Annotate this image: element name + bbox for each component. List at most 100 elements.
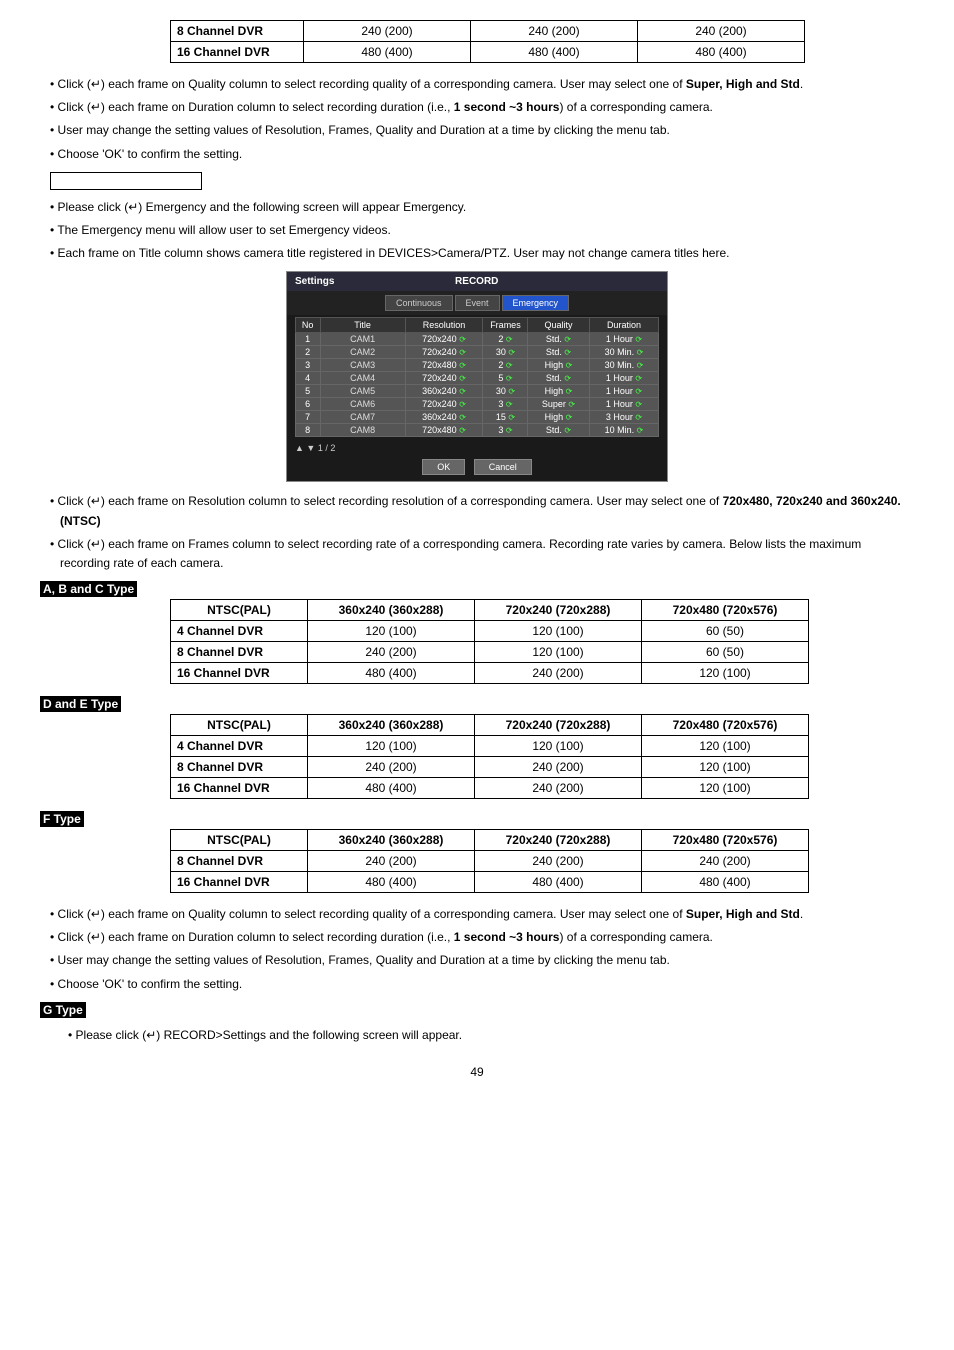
header: 720x480 (720x576) xyxy=(642,830,809,851)
cell[interactable]: High ⟳ xyxy=(528,411,589,424)
cell[interactable]: 30 ⟳ xyxy=(483,385,528,398)
cell: 16 Channel DVR xyxy=(171,778,308,799)
cell[interactable]: 1 Hour ⟳ xyxy=(589,385,659,398)
tab-emergency[interactable]: Emergency xyxy=(502,295,570,311)
cell[interactable]: 720x240 ⟳ xyxy=(405,333,483,346)
spinner-icon[interactable]: ⟳ xyxy=(564,335,571,344)
text: • Click (↵) each frame on Quality column… xyxy=(50,907,686,921)
spinner-icon[interactable]: ⟳ xyxy=(459,361,466,370)
spinner-icon[interactable]: ⟳ xyxy=(564,426,571,435)
spinner-icon[interactable]: ⟳ xyxy=(635,387,642,396)
cell: 3 xyxy=(295,359,320,372)
cell: 120 (100) xyxy=(642,778,809,799)
spinner-icon[interactable]: ⟳ xyxy=(506,374,513,383)
spinner-icon[interactable]: ⟳ xyxy=(459,374,466,383)
spinner-icon[interactable]: ⟳ xyxy=(637,426,644,435)
cancel-button[interactable]: Cancel xyxy=(474,459,532,475)
cell[interactable]: High ⟳ xyxy=(528,359,589,372)
col-duration[interactable]: Duration xyxy=(589,318,659,333)
cell: CAM4 xyxy=(320,372,405,385)
spinner-icon[interactable]: ⟳ xyxy=(635,413,642,422)
cell[interactable]: 360x240 ⟳ xyxy=(405,385,483,398)
spinner-icon[interactable]: ⟳ xyxy=(459,348,466,357)
table-row: 8CAM8720x480 ⟳3 ⟳Std. ⟳10 Min. ⟳ xyxy=(295,424,659,437)
spinner-icon[interactable]: ⟳ xyxy=(459,387,466,396)
cell: 60 (50) xyxy=(642,621,809,642)
spinner-icon[interactable]: ⟳ xyxy=(506,361,513,370)
cell: 480 (400) xyxy=(642,872,809,893)
tab-event[interactable]: Event xyxy=(455,295,500,311)
cell[interactable]: 720x480 ⟳ xyxy=(405,424,483,437)
spinner-icon[interactable]: ⟳ xyxy=(459,400,466,409)
cell[interactable]: 3 ⟳ xyxy=(483,398,528,411)
spinner-icon[interactable]: ⟳ xyxy=(635,374,642,383)
cell[interactable]: 5 ⟳ xyxy=(483,372,528,385)
cell: 120 (100) xyxy=(308,621,475,642)
settings-table: No Title Resolution Frames Quality Durat… xyxy=(295,317,660,437)
cell: 240 (200) xyxy=(308,851,475,872)
cell[interactable]: 15 ⟳ xyxy=(483,411,528,424)
cell[interactable]: 30 ⟳ xyxy=(483,346,528,359)
cell[interactable]: High ⟳ xyxy=(528,385,589,398)
cell: 5 xyxy=(295,385,320,398)
cell: 7 xyxy=(295,411,320,424)
bullet-block-4: • Click (↵) each frame on Quality column… xyxy=(50,905,914,994)
cell: 240 (200) xyxy=(475,778,642,799)
tab-continuous[interactable]: Continuous xyxy=(385,295,453,311)
cell[interactable]: 720x240 ⟳ xyxy=(405,372,483,385)
cell[interactable]: Std. ⟳ xyxy=(528,372,589,385)
cell[interactable]: 2 ⟳ xyxy=(483,359,528,372)
spinner-icon[interactable]: ⟳ xyxy=(459,335,466,344)
col-frames[interactable]: Frames xyxy=(483,318,528,333)
spinner-icon[interactable]: ⟳ xyxy=(508,348,515,357)
cell[interactable]: 30 Min. ⟳ xyxy=(589,359,659,372)
col-quality[interactable]: Quality xyxy=(528,318,589,333)
cell[interactable]: 720x240 ⟳ xyxy=(405,398,483,411)
col-no[interactable]: No xyxy=(295,318,320,333)
spinner-icon[interactable]: ⟳ xyxy=(508,387,515,396)
cell[interactable]: 720x240 ⟳ xyxy=(405,346,483,359)
spinner-icon[interactable]: ⟳ xyxy=(566,361,573,370)
spinner-icon[interactable]: ⟳ xyxy=(506,335,513,344)
pager[interactable]: ▲ ▼ 1 / 2 xyxy=(287,441,667,455)
spinner-icon[interactable]: ⟳ xyxy=(506,400,513,409)
spinner-icon[interactable]: ⟳ xyxy=(506,426,513,435)
cell[interactable]: Std. ⟳ xyxy=(528,424,589,437)
header: 720x240 (720x288) xyxy=(475,830,642,851)
cell[interactable]: 3 ⟳ xyxy=(483,424,528,437)
cell: 480 (400) xyxy=(308,778,475,799)
spinner-icon[interactable]: ⟳ xyxy=(459,426,466,435)
spinner-icon[interactable]: ⟳ xyxy=(564,348,571,357)
col-title[interactable]: Title xyxy=(320,318,405,333)
table-row: 7CAM7360x240 ⟳15 ⟳High ⟳3 Hour ⟳ xyxy=(295,411,659,424)
cell[interactable]: Std. ⟳ xyxy=(528,346,589,359)
cell[interactable]: 10 Min. ⟳ xyxy=(589,424,659,437)
spinner-icon[interactable]: ⟳ xyxy=(637,361,644,370)
spinner-icon[interactable]: ⟳ xyxy=(508,413,515,422)
header: NTSC(PAL) xyxy=(171,715,308,736)
cell[interactable]: 1 Hour ⟳ xyxy=(589,372,659,385)
cell[interactable]: 30 Min. ⟳ xyxy=(589,346,659,359)
cell[interactable]: 1 Hour ⟳ xyxy=(589,333,659,346)
text-bold: Super, High and Std xyxy=(686,77,800,91)
spinner-icon[interactable]: ⟳ xyxy=(637,348,644,357)
cell: 8 Channel DVR xyxy=(171,851,308,872)
spinner-icon[interactable]: ⟳ xyxy=(459,413,466,422)
header: 720x480 (720x576) xyxy=(642,600,809,621)
cell[interactable]: 720x480 ⟳ xyxy=(405,359,483,372)
spinner-icon[interactable]: ⟳ xyxy=(566,387,573,396)
cell[interactable]: 1 Hour ⟳ xyxy=(589,398,659,411)
cell[interactable]: 2 ⟳ xyxy=(483,333,528,346)
spinner-icon[interactable]: ⟳ xyxy=(568,400,575,409)
spinner-icon[interactable]: ⟳ xyxy=(635,400,642,409)
cell[interactable]: 360x240 ⟳ xyxy=(405,411,483,424)
cell[interactable]: Std. ⟳ xyxy=(528,333,589,346)
spinner-icon[interactable]: ⟳ xyxy=(564,374,571,383)
cell: CAM5 xyxy=(320,385,405,398)
spinner-icon[interactable]: ⟳ xyxy=(635,335,642,344)
spinner-icon[interactable]: ⟳ xyxy=(566,413,573,422)
cell[interactable]: Super ⟳ xyxy=(528,398,589,411)
ok-button[interactable]: OK xyxy=(422,459,465,475)
cell[interactable]: 3 Hour ⟳ xyxy=(589,411,659,424)
col-resolution[interactable]: Resolution xyxy=(405,318,483,333)
